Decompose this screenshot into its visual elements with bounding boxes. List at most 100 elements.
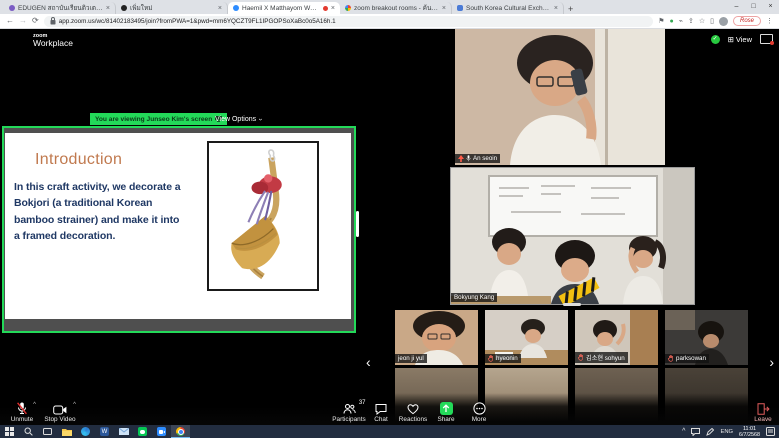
forward-icon[interactable]: → [19,17,27,25]
chrome-button[interactable] [171,425,190,438]
file-explorer-button[interactable] [57,425,76,438]
back-icon[interactable]: ← [6,17,14,25]
extension-icon[interactable]: ● [670,18,674,25]
video-tile-classroom[interactable]: Bokyung Kang [450,167,695,305]
participant-nametag: An seoin [455,154,500,163]
address-bar[interactable]: app.zoom.us/wc/81402183495/join?fromPWA=… [44,16,654,27]
leave-button[interactable]: Leave [740,402,779,423]
mic-muted-icon [17,402,27,415]
chat-icon [375,403,387,415]
screen-share-region: You are viewing Junseo Kim's screen View… [2,113,356,362]
browser-menu-icon[interactable]: ⋮ [766,17,773,25]
slide-title: Introduction [35,151,122,169]
chevron-up-icon[interactable]: ^ [33,402,36,408]
task-view-button[interactable] [38,425,57,438]
camera-icon [53,405,67,415]
participant-nametag: parksowan [665,354,709,363]
close-button[interactable]: × [762,0,779,13]
teams-chat-icon[interactable] [691,428,700,436]
tab-close-icon[interactable]: × [106,5,110,12]
raised-hand-icon [668,355,674,362]
pen-icon[interactable] [706,428,714,436]
profile-name-pill[interactable]: Rose [733,16,761,26]
search-icon [24,427,33,436]
more-button[interactable]: More [456,402,502,423]
extension-icon[interactable]: ⚑ [658,17,664,25]
line-app-button[interactable] [133,425,152,438]
tab-zoom-meeting-active[interactable]: Haemil X Matthayom Watn... × [228,2,340,14]
desktop-screen: EDUGEN สถาบันเรียนติวเตอร์ออนไลน์ × เพิ่… [0,0,779,438]
zoom-app-button[interactable] [152,425,171,438]
participant-video [451,168,694,304]
video-tile-small[interactable]: hyeonin [485,310,568,365]
viewing-banner: You are viewing Junseo Kim's screen [90,113,227,125]
tab-cultural-exchange[interactable]: South Korea Cultural Exchange × [452,2,564,14]
start-button[interactable] [0,425,19,438]
bokjori-image [207,141,319,291]
mail-icon [119,428,129,435]
share-page-icon[interactable]: ⇪ [688,17,694,25]
maximize-button[interactable]: □ [745,0,762,13]
windows-icon [5,427,14,436]
gallery-drag-handle[interactable] [563,303,581,306]
folder-icon [62,428,72,436]
extension-icon[interactable]: ⌁ [679,17,683,25]
tab-close-icon[interactable]: × [218,5,222,12]
chevron-down-icon: › [257,118,264,120]
video-tile-main[interactable]: An seoin [455,29,665,165]
browser-tabstrip: EDUGEN สถาบันเรียนติวเตอร์ออนไลน์ × เพิ่… [0,0,779,14]
tab-new-thai[interactable]: เพิ่มใหม่ × [116,2,228,14]
gallery-prev-icon[interactable]: ‹ [366,354,371,370]
spotlight-pin-icon [458,155,464,162]
word-button[interactable]: W [95,425,114,438]
tray-expand-icon[interactable]: ^ [682,428,685,435]
view-button[interactable]: ⊞ View [728,35,752,44]
notification-center-icon[interactable] [766,427,775,436]
view-options-button[interactable]: View Options › [215,113,261,125]
tab-close-icon[interactable]: × [442,5,446,12]
browser-toolbar: ← → ⟳ app.zoom.us/wc/81402183495/join?fr… [0,14,779,29]
tab-close-icon[interactable]: × [331,5,335,12]
video-tile-small[interactable]: parksowan [665,310,748,365]
reload-icon[interactable]: ⟳ [32,17,39,25]
task-view-icon [43,427,52,436]
chevron-up-icon[interactable]: ^ [73,402,76,408]
security-shield-icon[interactable]: ✓ [711,35,720,44]
participant-nametag: Bokyung Kang [451,293,497,302]
taskbar-clock[interactable]: 11:01 6/7/2568 [739,426,760,438]
raised-hand-icon [488,355,494,362]
share-resize-handle[interactable] [356,211,359,237]
participant-nametag: 김소현 sohyun [575,352,628,363]
video-tile-small[interactable]: jeon ji yul [395,310,478,365]
bookmark-star-icon[interactable]: ☆ [699,17,705,25]
google-favicon [345,5,351,11]
taskbar-search-button[interactable] [19,425,38,438]
window-controls: – □ × [728,0,779,13]
edge-button[interactable] [76,425,95,438]
media-recording-dot [323,6,328,11]
presentation-slide: Introduction In this craft activity, we … [5,133,351,319]
lock-icon [50,17,56,25]
word-icon: W [100,427,109,436]
new-tab-button[interactable]: + [568,4,573,14]
zoom-workplace-logo: zoom Workplace [33,33,73,49]
tab-label: เพิ่มใหม่ [130,3,215,13]
gallery-next-icon[interactable]: › [769,354,774,370]
minimize-button[interactable]: – [728,0,745,13]
profile-avatar[interactable] [719,17,728,26]
video-tile-small[interactable]: 김소현 sohyun [575,310,658,365]
more-icon [473,402,486,415]
share-icon [440,402,453,415]
open-in-window-icon[interactable] [760,34,773,44]
edge-icon [81,427,90,436]
mail-button[interactable] [114,425,133,438]
reactions-icon [407,403,419,415]
meeting-toolbar: ^ Unmute ^ Stop Video 37 Participants [0,393,779,425]
tab-google-search[interactable]: zoom breakout rooms - ค้นหาด้ว × [340,2,452,14]
tab-close-icon[interactable]: × [554,5,558,12]
stop-video-button[interactable]: ^ Stop Video [37,402,83,423]
language-indicator[interactable]: ENG [720,429,733,435]
side-panel-icon[interactable]: ▯ [710,17,714,25]
tab-label: zoom breakout rooms - ค้นหาด้ว [354,3,439,13]
tab-edugen[interactable]: EDUGEN สถาบันเรียนติวเตอร์ออนไลน์ × [4,2,116,14]
